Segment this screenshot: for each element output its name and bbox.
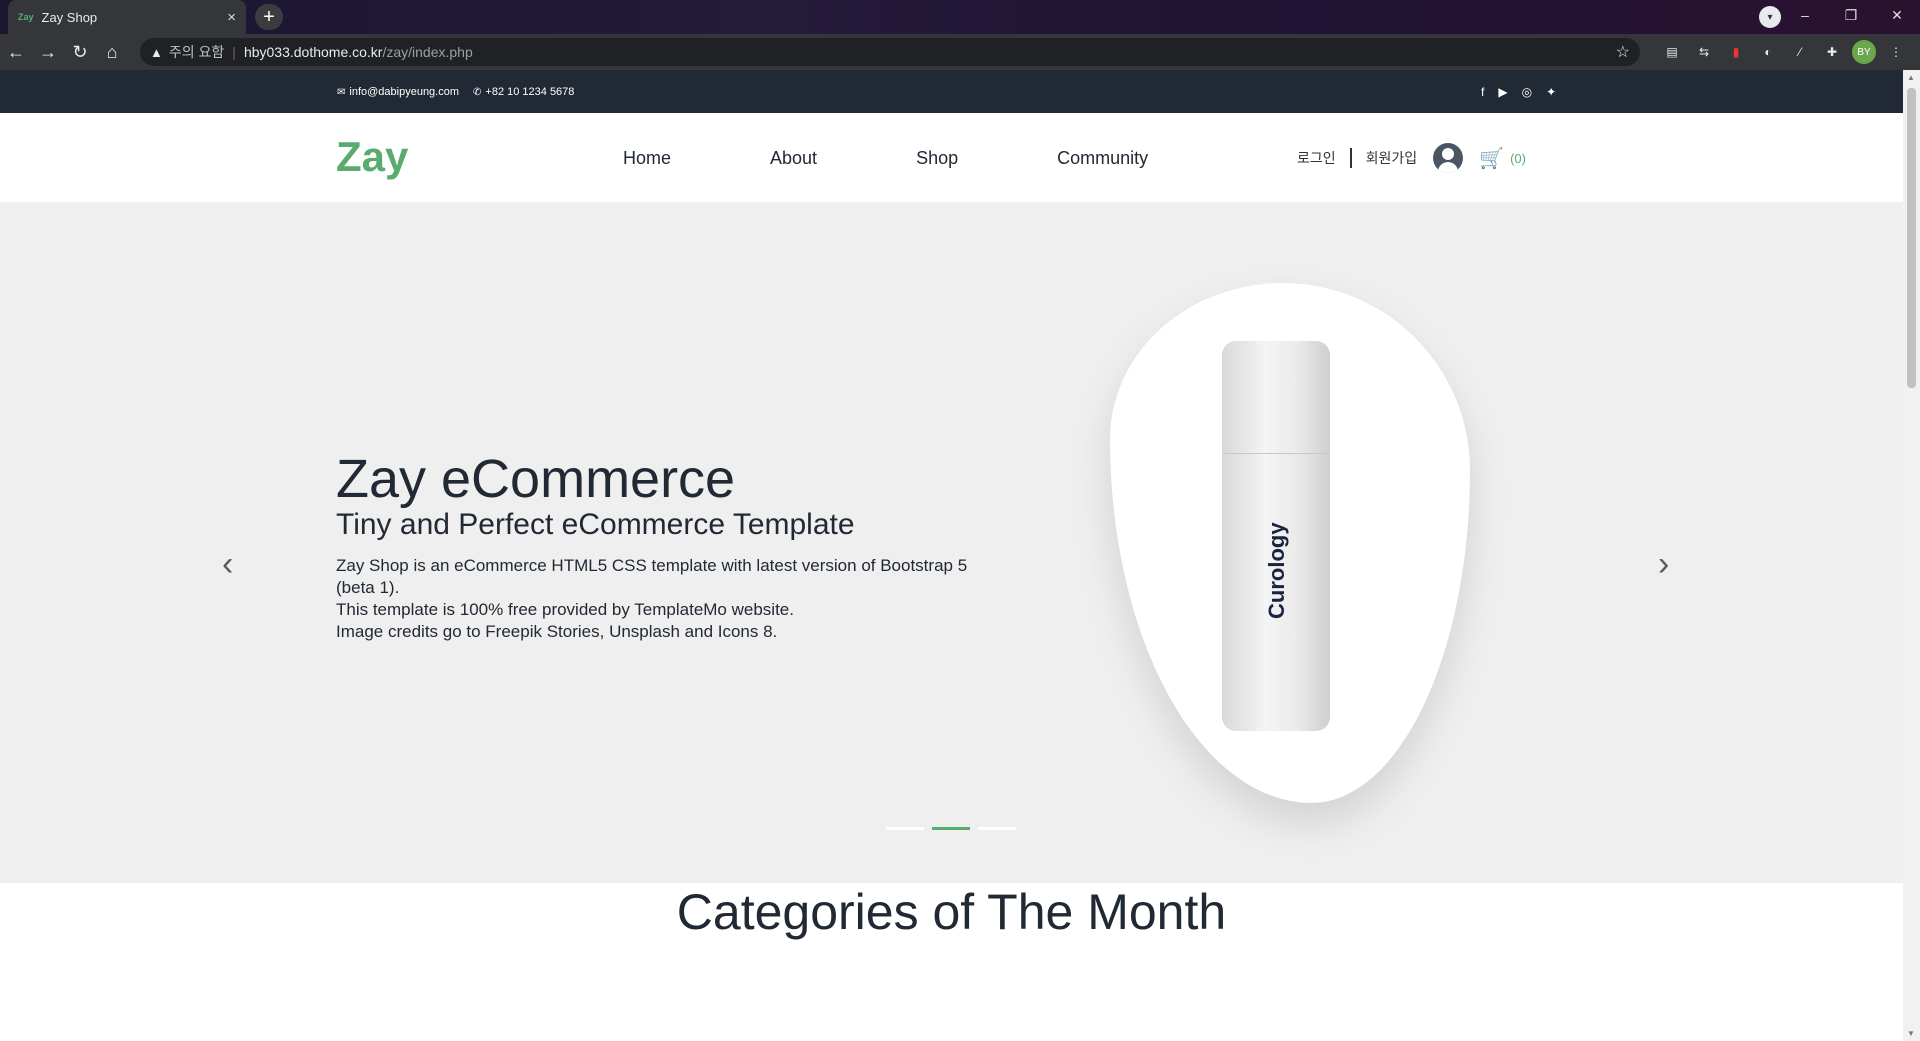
page-viewport: ✉ info@dabipyeung.com ✆ +82 10 1234 5678 f…	[0, 70, 1903, 1041]
carousel-indicators	[886, 827, 1016, 830]
main-nav: Home About Shop Community	[623, 148, 1247, 169]
login-link[interactable]: 로그인	[1297, 148, 1336, 168]
back-icon[interactable]: ←	[0, 36, 32, 68]
nav-community[interactable]: Community	[1057, 148, 1148, 169]
forward-icon[interactable]: →	[32, 36, 64, 68]
close-window-icon[interactable]: ✕	[1874, 0, 1920, 30]
browser-tab-bar: Zay Zay Shop × + ▾ – ❐ ✕	[0, 0, 1920, 34]
hero-title: Zay eCommerce	[336, 449, 736, 509]
carousel-prev-icon[interactable]: ‹	[222, 545, 233, 584]
user-icon[interactable]	[1433, 143, 1464, 173]
home-icon[interactable]: ⌂	[96, 36, 128, 68]
profile-avatar[interactable]: BY	[1852, 40, 1876, 64]
browser-toolbar: ← → ↻ ⌂ ▲ 주의 요함 | hby033.dothome.co.kr/z…	[0, 34, 1920, 70]
translate-icon[interactable]: ⇆	[1692, 40, 1716, 64]
cart-icon: 🛒	[1479, 147, 1505, 170]
site-logo[interactable]: Zay	[336, 133, 408, 181]
tab-close-icon[interactable]: ×	[227, 9, 236, 26]
phone-icon: ✆	[473, 86, 482, 98]
nav-home[interactable]: Home	[623, 148, 671, 169]
browser-tab[interactable]: Zay Zay Shop ×	[8, 0, 246, 34]
phone-contact[interactable]: ✆ +82 10 1234 5678	[473, 86, 574, 98]
cart-count: (0)	[1510, 150, 1526, 166]
instagram-icon[interactable]: ◎	[1522, 85, 1532, 99]
address-bar[interactable]: ▲ 주의 요함 | hby033.dothome.co.kr/zay/index…	[140, 38, 1640, 66]
extensions-area: ▤ ⇆ ▮ ◐ ⁄ ✚ BY ⋮	[1660, 40, 1908, 64]
address-separator: |	[232, 44, 236, 60]
categories-section: Categories of The Month	[0, 883, 1903, 941]
browser-account-icon[interactable]: ▾	[1759, 6, 1781, 28]
scroll-up-icon[interactable]: ▲	[1907, 73, 1915, 82]
hero-description: Zay Shop is an eCommerce HTML5 CSS templ…	[336, 555, 986, 643]
hero-line: Image credits go to Freepik Stories, Uns…	[336, 622, 778, 641]
restore-icon[interactable]: ❐	[1828, 0, 1874, 30]
reload-icon[interactable]: ↻	[64, 36, 96, 68]
carousel-next-icon[interactable]: ›	[1658, 545, 1669, 584]
envelope-icon: ✉	[337, 86, 346, 98]
carousel-indicator[interactable]	[886, 827, 924, 830]
menu-icon[interactable]: ⋮	[1884, 40, 1908, 64]
signup-link[interactable]: 회원가입	[1366, 148, 1418, 168]
extension-icon[interactable]: ▮	[1724, 40, 1748, 64]
top-info-bar: ✉ info@dabipyeung.com ✆ +82 10 1234 5678 f…	[0, 70, 1903, 113]
header-actions: 로그인 회원가입 🛒 (0)	[1297, 143, 1526, 173]
minimize-icon[interactable]: –	[1782, 0, 1828, 30]
url-path: /zay/index.php	[382, 44, 473, 60]
divider	[1349, 148, 1352, 168]
scrollbar-thumb[interactable]	[1907, 88, 1916, 388]
nav-shop[interactable]: Shop	[916, 148, 958, 169]
hero-subtitle: Tiny and Perfect eCommerce Template	[336, 508, 855, 541]
window-controls: – ❐ ✕	[1782, 0, 1920, 30]
email-contact[interactable]: ✉ info@dabipyeung.com	[337, 86, 459, 98]
bottle-cap-line	[1222, 453, 1330, 454]
extension-icon[interactable]: ▤	[1660, 40, 1684, 64]
new-tab-button[interactable]: +	[255, 4, 283, 30]
hero-line: This template is 100% free provided by T…	[336, 600, 794, 619]
nav-about[interactable]: About	[770, 148, 817, 169]
hero-line: Zay Shop is an eCommerce HTML5 CSS templ…	[336, 556, 968, 597]
page-scrollbar[interactable]: ▲ ▼	[1903, 70, 1920, 1041]
facebook-icon[interactable]: f	[1481, 85, 1484, 99]
youtube-icon[interactable]: ▶	[1498, 85, 1507, 99]
security-warning[interactable]: 주의 요함	[169, 42, 224, 62]
site-header: Zay Home About Shop Community 로그인 회원가입 🛒…	[0, 113, 1903, 203]
extension-icon[interactable]: ◐	[1756, 40, 1780, 64]
warning-icon[interactable]: ▲	[150, 45, 163, 60]
product-brand: Curology	[1264, 522, 1289, 619]
carousel-indicator-active[interactable]	[932, 827, 970, 830]
product-bottle-image: Curology	[1222, 341, 1330, 731]
carousel-indicator[interactable]	[978, 827, 1016, 830]
tab-title: Zay Shop	[41, 9, 98, 25]
puzzle-icon[interactable]: ✚	[1820, 40, 1844, 64]
bookmark-star-icon[interactable]: ☆	[1616, 42, 1630, 62]
cart-button[interactable]: 🛒 (0)	[1479, 146, 1526, 171]
tab-favicon: Zay	[18, 12, 34, 22]
twitter-icon[interactable]: ✦	[1546, 85, 1556, 99]
url-host: hby033.dothome.co.kr	[243, 44, 383, 60]
scroll-down-icon[interactable]: ▼	[1907, 1029, 1915, 1038]
hero-carousel: ‹ Zay eCommerce Tiny and Perfect eCommer…	[0, 203, 1903, 883]
extension-icon[interactable]: ⁄	[1788, 40, 1812, 64]
section-title: Categories of The Month	[676, 884, 1227, 940]
